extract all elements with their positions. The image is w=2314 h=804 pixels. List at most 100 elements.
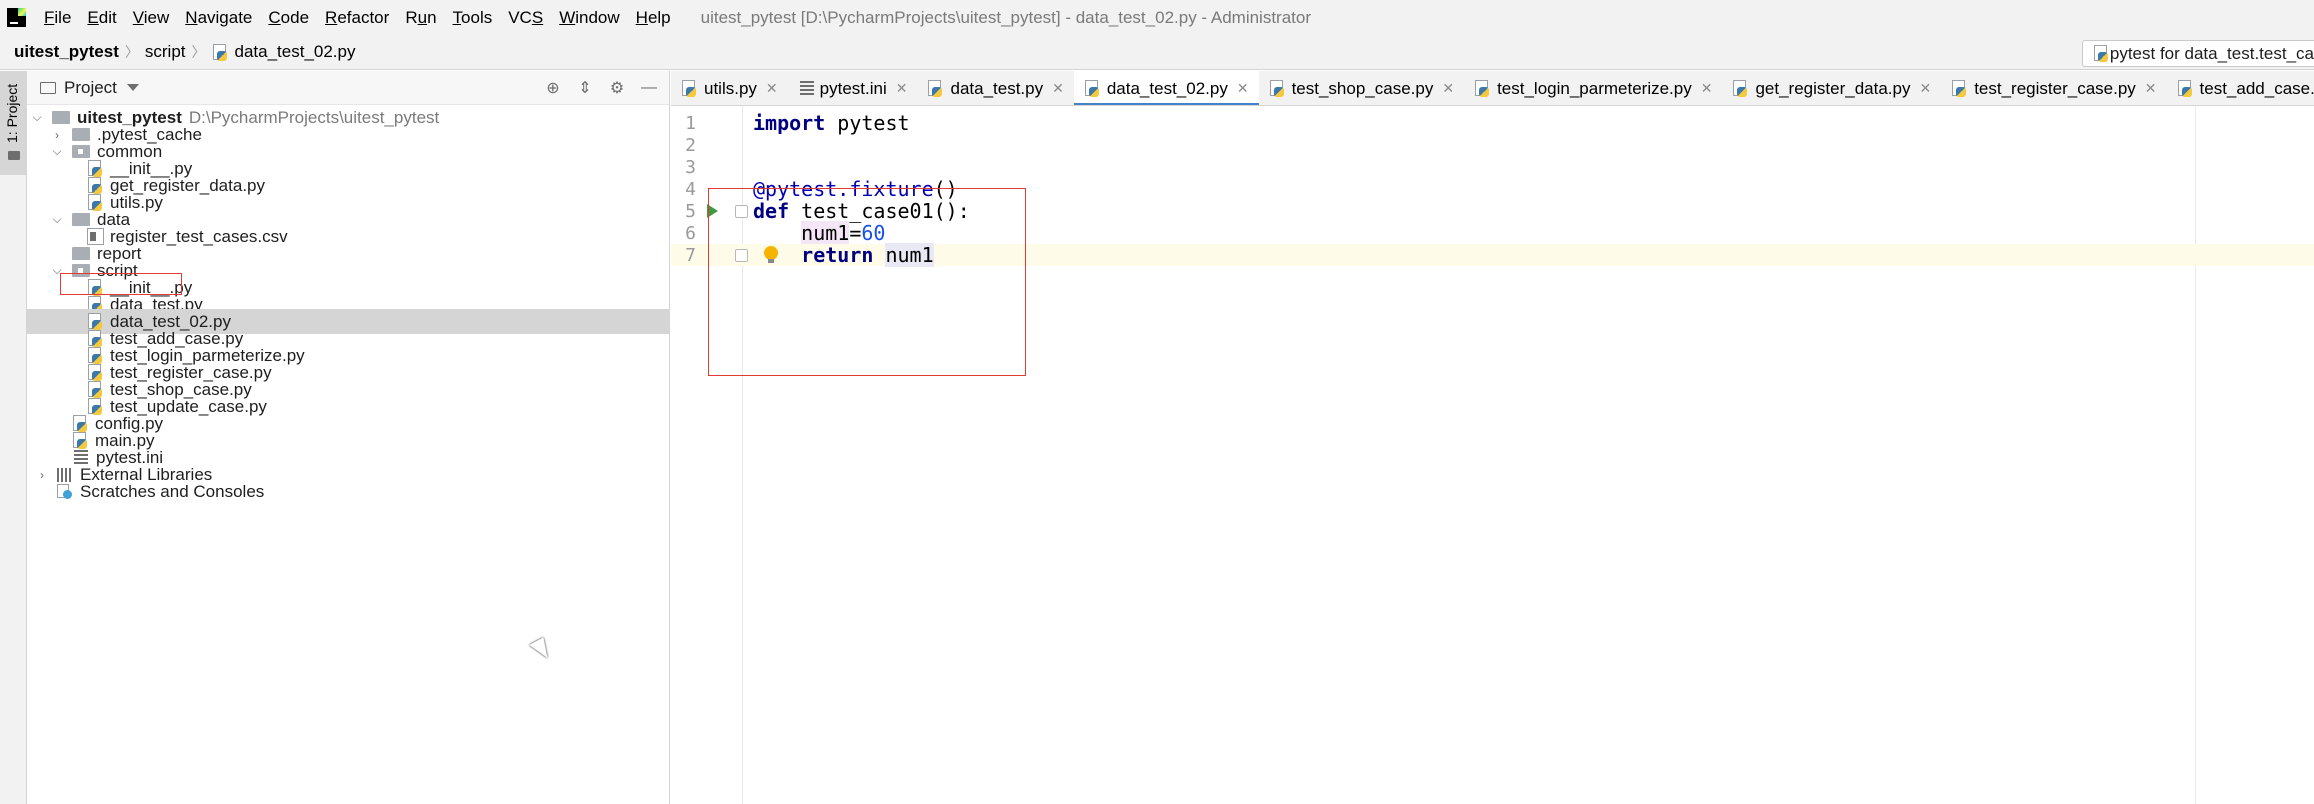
- hide-panel-icon[interactable]: —: [639, 78, 659, 98]
- code-line[interactable]: 6 num1=60: [671, 221, 2314, 245]
- menu-item-navigate[interactable]: Navigate: [177, 0, 260, 35]
- ini-file-icon: [799, 81, 814, 96]
- python-file-icon: [2177, 80, 2194, 97]
- run-test-icon[interactable]: [707, 204, 718, 218]
- line-number: 2: [685, 134, 696, 156]
- code-line[interactable]: 2: [671, 134, 2314, 156]
- editor-tab-label: test_register_case.py: [1974, 78, 2136, 98]
- pycharm-logo-icon: [7, 8, 26, 27]
- tree-item[interactable]: Scratches and Consoles: [27, 479, 670, 504]
- editor-tab-label: data_test_02.py: [1106, 78, 1228, 98]
- code-line[interactable]: 3: [671, 156, 2314, 178]
- menu-item-view[interactable]: View: [125, 0, 178, 35]
- breadcrumb-separator-icon: 〉: [191, 44, 206, 60]
- close-icon[interactable]: ✕: [896, 80, 908, 97]
- menu-item-refactor[interactable]: Refactor: [317, 0, 397, 35]
- close-icon[interactable]: ✕: [1237, 80, 1249, 97]
- menu-item-run[interactable]: Run: [397, 0, 444, 35]
- folder-icon: [40, 81, 56, 94]
- python-file-icon: [1269, 80, 1286, 97]
- code-text: @pytest.fixture(): [753, 177, 958, 201]
- line-number: 4: [685, 178, 696, 200]
- menu-item-file[interactable]: File: [36, 0, 79, 35]
- project-panel-title[interactable]: Project: [64, 78, 117, 98]
- close-icon[interactable]: ✕: [2145, 80, 2157, 97]
- menu-mnemonic: T: [452, 8, 462, 27]
- fold-marker-icon[interactable]: [735, 204, 748, 218]
- code-token: import: [753, 111, 826, 135]
- python-file-icon: [212, 43, 229, 61]
- editor-tab-label: utils.py: [704, 78, 757, 98]
- editor-tab[interactable]: pytest.ini ✕: [788, 71, 918, 105]
- code-token: test_case01():: [789, 199, 970, 223]
- lightbulb-intention-icon[interactable]: [764, 246, 778, 263]
- editor-tab-label: get_register_data.py: [1755, 78, 1911, 98]
- close-icon[interactable]: ✕: [766, 80, 778, 97]
- menu-mnemonic: R: [325, 8, 338, 27]
- python-file-icon: [1951, 80, 1968, 97]
- code-text: import pytest: [753, 111, 910, 135]
- code-text: num1=60: [753, 221, 885, 245]
- code-token: =: [849, 221, 862, 245]
- python-file-icon: [1084, 80, 1101, 97]
- line-number: 7: [685, 244, 696, 266]
- editor-tab[interactable]: test_register_case.py ✕: [1941, 71, 2166, 105]
- close-icon[interactable]: ✕: [1442, 80, 1454, 97]
- scratches-icon: [57, 483, 73, 500]
- editor-tab[interactable]: test_add_case.py✕: [2167, 71, 2314, 105]
- project-panel-tools: ⊕ ⇕ ⚙ —: [543, 71, 659, 105]
- menu-mnemonic: W: [559, 8, 576, 27]
- editor-tab[interactable]: data_test_02.py ✕: [1073, 71, 1259, 105]
- line-number: 1: [685, 112, 696, 134]
- project-tool-label: 1: Project: [4, 83, 20, 143]
- editor-tab[interactable]: get_register_data.py ✕: [1722, 71, 1941, 105]
- collapse-all-icon[interactable]: ⇕: [575, 78, 595, 98]
- window-title: uitest_pytest [D:\PycharmProjects\uitest…: [700, 7, 1312, 27]
- editor-tab[interactable]: test_shop_case.py ✕: [1259, 71, 1465, 105]
- code-line[interactable]: 7 return num1: [671, 243, 2314, 267]
- menu-mnemonic: C: [268, 8, 281, 27]
- gear-icon[interactable]: ⚙: [607, 78, 627, 98]
- fold-marker-icon[interactable]: [735, 248, 748, 262]
- code-text: def test_case01():: [753, 199, 970, 223]
- editor-tab-label: test_login_parmeterize.py: [1497, 78, 1692, 98]
- editor-tab-label: data_test.py: [950, 78, 1044, 98]
- menu-item-vcs[interactable]: VCS: [500, 0, 551, 35]
- breadcrumb-project[interactable]: uitest_pytest: [14, 42, 119, 62]
- project-tool-window-button[interactable]: 1: Project: [0, 71, 27, 175]
- python-file-icon: [1732, 80, 1749, 97]
- menu-item-tools[interactable]: Tools: [445, 0, 501, 35]
- close-icon[interactable]: ✕: [1052, 80, 1064, 97]
- run-configuration-selector[interactable]: pytest for data_test.test_ca: [2082, 40, 2314, 67]
- run-configuration-label: pytest for data_test.test_ca: [2109, 43, 2314, 63]
- pytest-config-icon: [2093, 45, 2108, 62]
- project-panel-header: Project ⊕ ⇕ ⚙ —: [27, 71, 669, 105]
- menu-item-code[interactable]: Code: [260, 0, 317, 35]
- menu-mnemonic: S: [531, 8, 544, 27]
- menu-bar: File Edit View Navigate Code Refactor Run Tools…: [0, 0, 2314, 35]
- code-line[interactable]: 1 import pytest: [671, 111, 2314, 135]
- tree-item-label: Scratches and Consoles: [80, 481, 265, 501]
- menu-item-window[interactable]: Window: [551, 0, 627, 35]
- breadcrumb-file[interactable]: data_test_02.py: [212, 42, 356, 62]
- dropdown-arrow-icon[interactable]: [126, 84, 139, 91]
- code-token: (): [933, 177, 958, 201]
- menu-item-edit[interactable]: Edit: [79, 0, 124, 35]
- code-line[interactable]: 5 def test_case01():: [671, 199, 2314, 223]
- close-icon[interactable]: ✕: [1701, 80, 1713, 97]
- editor-tab[interactable]: test_login_parmeterize.py ✕: [1464, 71, 1722, 105]
- breadcrumb-file-label: data_test_02.py: [234, 42, 356, 61]
- locate-target-icon[interactable]: ⊕: [543, 78, 563, 98]
- code-editor[interactable]: 1 import pytest 2 3 4 @pytest.fixture() 5 def t…: [671, 106, 2314, 804]
- breadcrumb-separator-icon: 〉: [124, 44, 139, 60]
- editor-tab[interactable]: data_test.py ✕: [917, 71, 1073, 105]
- close-icon[interactable]: ✕: [1919, 80, 1931, 97]
- code-line[interactable]: 4 @pytest.fixture(): [671, 177, 2314, 201]
- line-number: 6: [685, 222, 696, 244]
- breadcrumb-folder[interactable]: script: [145, 42, 186, 62]
- menu-item-help[interactable]: Help: [628, 0, 679, 35]
- editor-tab-label: test_shop_case.py: [1291, 78, 1434, 98]
- editor-tab-bar: utils.py ✕ pytest.ini ✕ data_test.py ✕ data_te…: [671, 71, 2314, 106]
- editor-tab[interactable]: utils.py ✕: [671, 71, 788, 105]
